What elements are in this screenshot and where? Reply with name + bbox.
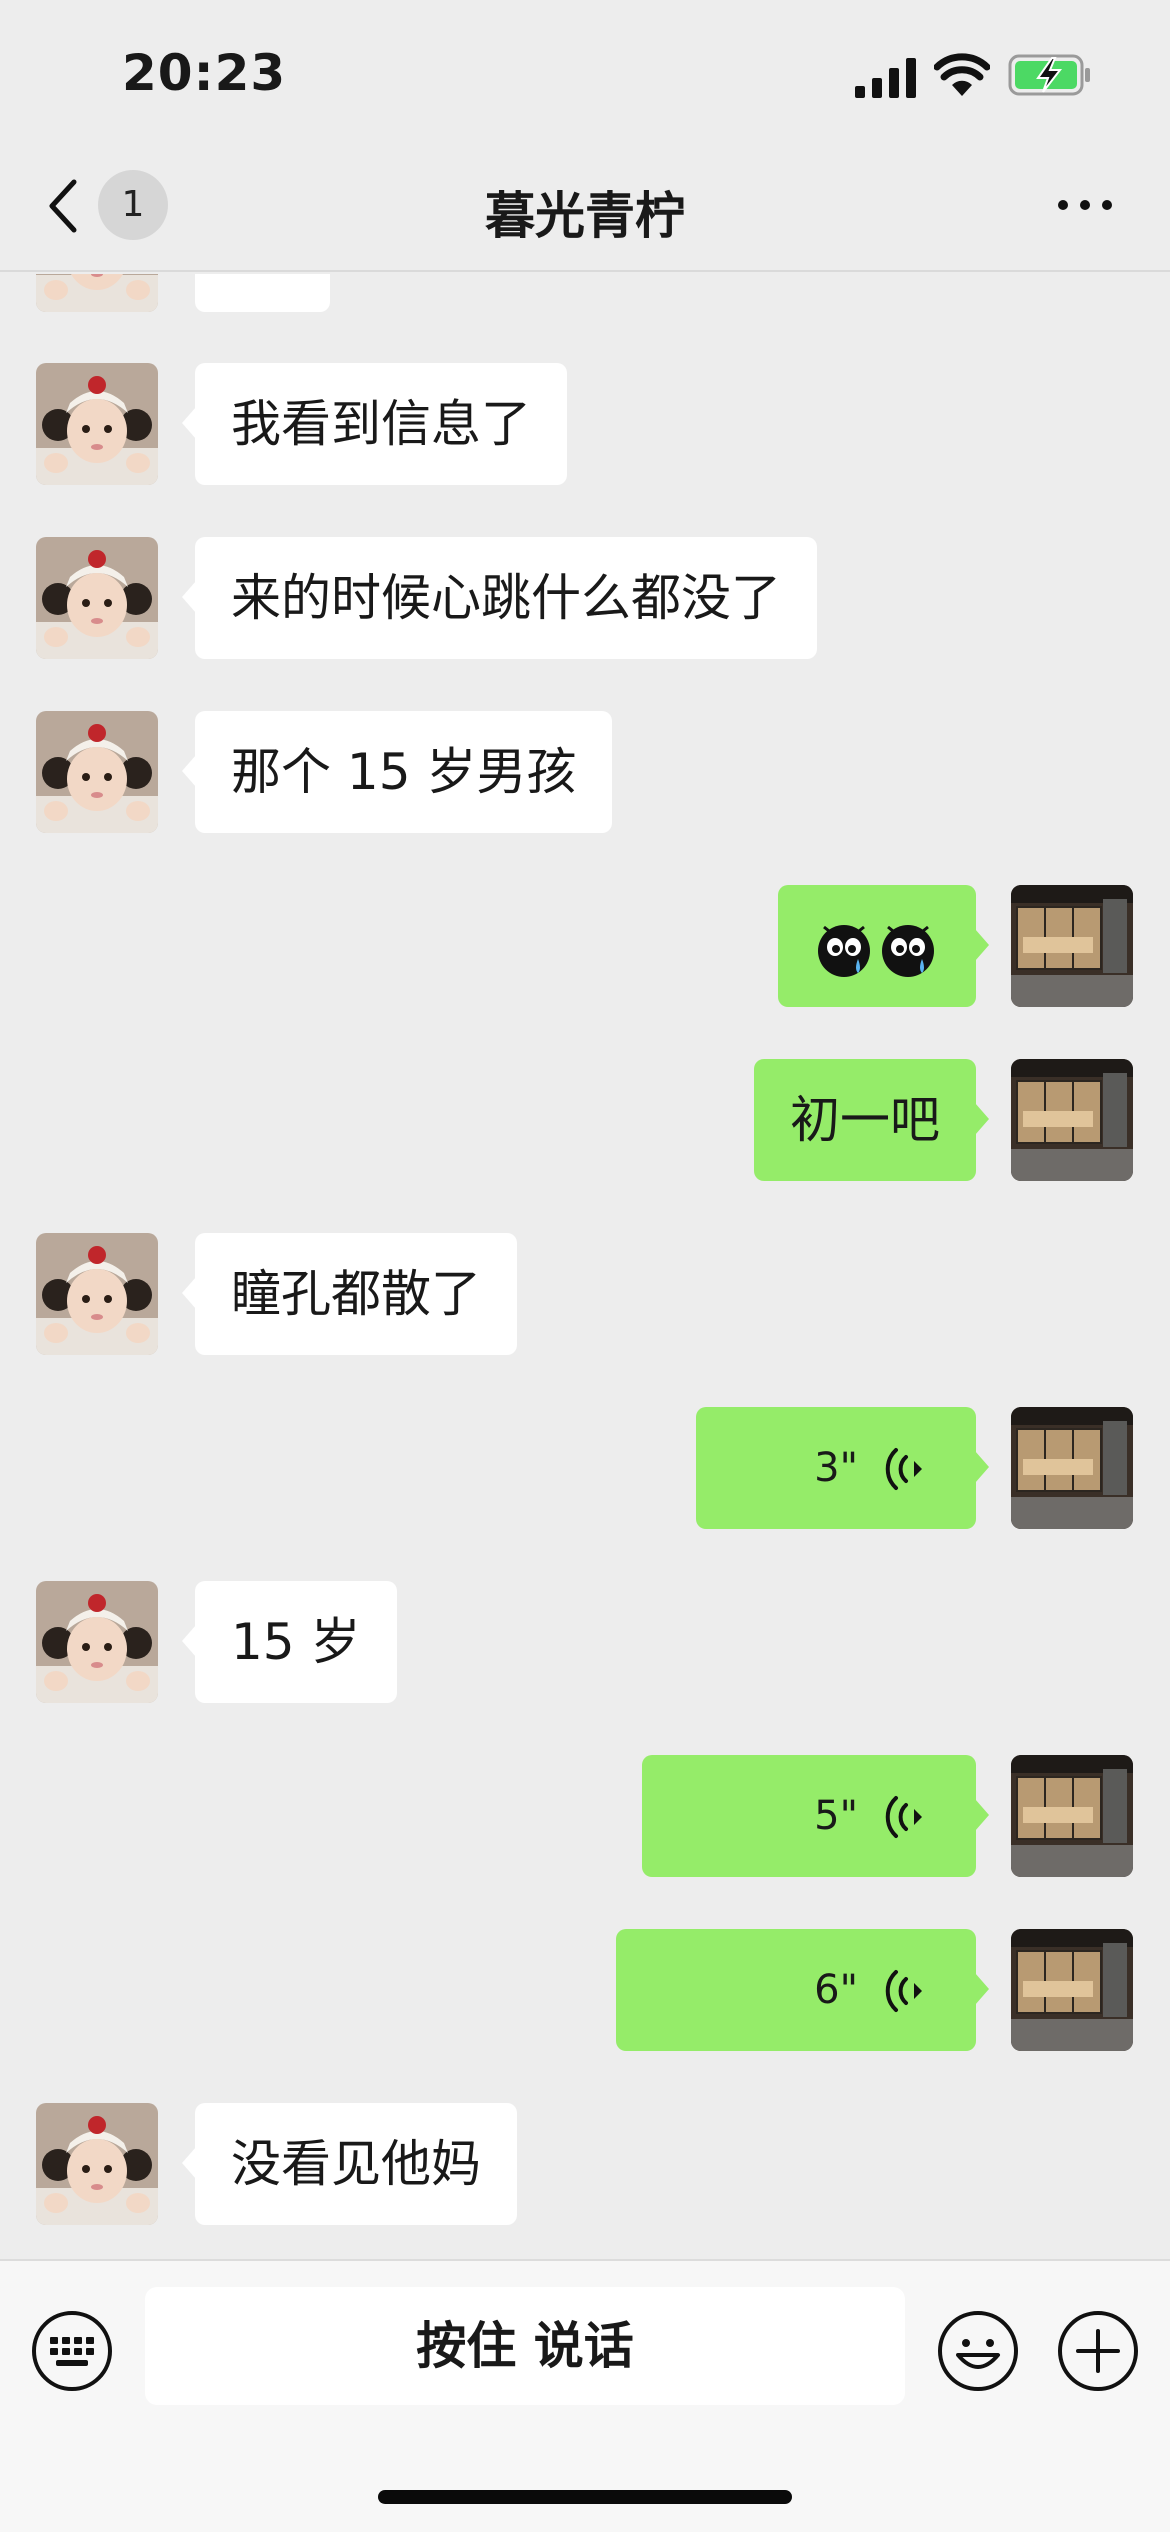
voice-duration: 3" (814, 1445, 858, 1491)
keyboard-icon[interactable] (30, 2309, 114, 2393)
contact-avatar[interactable] (36, 2103, 158, 2225)
my-avatar[interactable] (1011, 1407, 1133, 1529)
message-bubble[interactable]: 瞳孔都散了 (182, 1233, 517, 1355)
contact-avatar[interactable] (36, 537, 158, 659)
voice-message-bubble[interactable]: 3" (696, 1407, 989, 1529)
my-avatar[interactable] (1011, 885, 1133, 1007)
message-bubble[interactable]: 那个 15 岁男孩 (181, 711, 613, 833)
voice-message-bubble[interactable]: 6" (616, 1929, 989, 2051)
voice-waves-icon (885, 1970, 922, 2012)
message-bubble[interactable]: 初一吧 (754, 1059, 989, 1181)
contact-avatar[interactable] (36, 1233, 158, 1355)
message-bubble[interactable]: 我看到信息了 (182, 363, 567, 485)
more-options-icon[interactable] (1055, 190, 1115, 220)
voice-message-bubble[interactable]: 5" (642, 1755, 989, 1877)
cellular-signal-icon (855, 58, 916, 98)
contact-avatar[interactable] (36, 711, 158, 833)
message-bubble[interactable]: 来的时候心跳什么都没了 (182, 537, 817, 659)
emoji-icon[interactable] (936, 2309, 1020, 2393)
plus-icon[interactable] (1056, 2309, 1140, 2393)
message-list[interactable]: 我看到信息了 来的时候心跳什么都没了 那个 15 岁男孩 初一吧 瞳孔都散了 3… (0, 274, 1170, 2259)
my-avatar[interactable] (1011, 1929, 1133, 2051)
battery-charging-icon (1008, 54, 1090, 96)
voice-duration: 5" (814, 1793, 858, 1839)
my-avatar[interactable] (1011, 1755, 1133, 1877)
input-bar: 按住 说话 (0, 2259, 1170, 2532)
message-bubble-partial[interactable] (195, 274, 330, 312)
nav-bar: 1 暮光青柠 (0, 150, 1170, 272)
contact-avatar[interactable] (36, 363, 158, 485)
contact-avatar[interactable] (36, 274, 158, 312)
my-avatar[interactable] (1011, 1059, 1133, 1181)
message-bubble[interactable]: 15 岁 (182, 1581, 397, 1703)
voice-waves-icon (885, 1448, 922, 1490)
message-bubble[interactable]: 没看见他妈 (182, 2103, 517, 2225)
status-time: 20:23 (122, 44, 287, 102)
chat-title: 暮光青柠 (485, 187, 685, 245)
emoji-message-bubble[interactable] (778, 885, 989, 1007)
hold-to-talk-button[interactable]: 按住 说话 (145, 2287, 905, 2405)
wifi-icon (934, 53, 990, 96)
home-indicator (378, 2490, 792, 2504)
status-bar: 20:23 (0, 0, 1170, 150)
contact-avatar[interactable] (36, 1581, 158, 1703)
crying-face-icon (818, 925, 934, 977)
voice-waves-icon (885, 1796, 922, 1838)
voice-duration: 6" (814, 1967, 858, 2013)
